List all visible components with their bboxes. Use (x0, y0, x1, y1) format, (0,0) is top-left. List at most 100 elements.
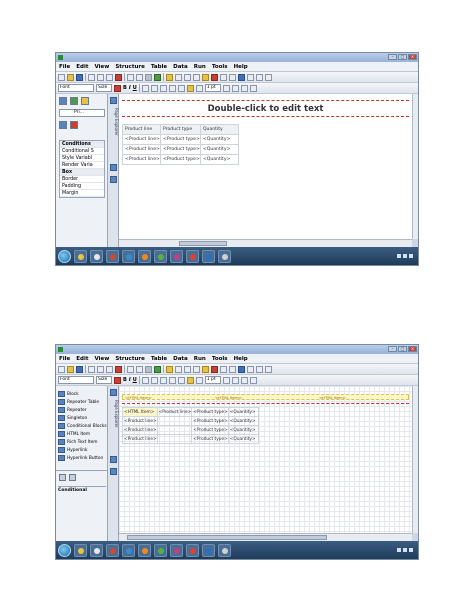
table-cell[interactable]: <Product line> (122, 134, 161, 145)
property-row[interactable]: Conditional S (60, 148, 104, 155)
report-title[interactable]: Double-click to edit text (119, 104, 412, 114)
table-cell[interactable]: <Product type> (191, 407, 229, 417)
taskbar-app-icon[interactable] (122, 249, 135, 263)
justify-icon[interactable] (168, 376, 176, 384)
html-item-marker[interactable]: <HTML Item> (319, 395, 346, 400)
bold-button[interactable]: B (123, 377, 127, 383)
border-width-combo[interactable]: 1 pt (204, 84, 221, 92)
table-cell[interactable]: <Product line> (122, 416, 158, 426)
list-item[interactable]: Block (58, 390, 106, 398)
italic-button[interactable]: I (129, 85, 131, 91)
lock-icon[interactable] (166, 73, 173, 81)
table-cell[interactable]: <Product line> (122, 434, 158, 444)
taskbar-app-icon[interactable] (138, 249, 151, 263)
property-row[interactable]: Style Variabl (60, 155, 104, 162)
border-style-icon[interactable] (195, 84, 203, 92)
filter-icon[interactable] (202, 365, 209, 373)
menu-edit[interactable]: Edit (76, 354, 88, 363)
table-cell[interactable]: <Product type> (160, 144, 201, 155)
crosstab-icon[interactable] (265, 365, 272, 373)
list-item[interactable]: Singleton (58, 414, 106, 422)
minimize-button[interactable]: – (388, 346, 397, 352)
tray-icon[interactable] (403, 548, 407, 552)
save-icon[interactable] (76, 365, 83, 373)
list-item[interactable]: Conditional Blocks (58, 422, 107, 430)
taskbar-app-icon[interactable] (170, 249, 183, 263)
page-explorer-tab[interactable]: Page Explorer (108, 108, 119, 136)
menu-structure[interactable]: Structure (115, 62, 144, 71)
sum-icon[interactable] (220, 365, 227, 373)
align-right-icon[interactable] (159, 376, 167, 384)
redo-icon[interactable] (136, 365, 143, 373)
conditional-group[interactable]: Conditional (58, 486, 106, 493)
vertical-scrollbar[interactable] (412, 94, 418, 239)
table-cell[interactable]: <Quantity> (227, 407, 259, 417)
table-cell[interactable]: <Quantity> (199, 144, 239, 155)
align-right-icon[interactable] (159, 84, 167, 92)
menu-tools[interactable]: Tools (212, 354, 228, 363)
table-cell[interactable]: <Quantity> (199, 134, 239, 145)
taskbar-app-icon[interactable] (90, 543, 103, 557)
table-cell[interactable]: <Product type> (191, 425, 229, 435)
close-button[interactable]: × (408, 346, 417, 352)
run-icon[interactable] (154, 365, 161, 373)
new-icon[interactable] (58, 365, 65, 373)
close-button[interactable]: × (408, 54, 417, 60)
align-center-icon[interactable] (150, 84, 158, 92)
list-item[interactable]: Hyperlink Button (58, 454, 106, 462)
menu-tools[interactable]: Tools (212, 62, 228, 71)
underline-button[interactable]: U (133, 377, 137, 383)
taskbar-app-icon[interactable] (106, 249, 119, 263)
taskbar-app-icon[interactable] (202, 543, 215, 557)
list-item[interactable]: HTML Item (58, 430, 106, 438)
align-left-icon[interactable] (141, 376, 149, 384)
open-icon[interactable] (67, 365, 74, 373)
page-header[interactable]: <HTML Item> <HTML Item> <HTML Item> (122, 394, 409, 400)
menu-table[interactable]: Table (151, 354, 167, 363)
menu-edit[interactable]: Edit (76, 62, 88, 71)
taskbar-app-icon[interactable] (122, 543, 135, 557)
query-explorer-icon[interactable] (110, 164, 117, 171)
taskbar-app-icon[interactable] (170, 543, 183, 557)
font-color-icon[interactable] (114, 84, 121, 92)
tray-icon[interactable] (397, 254, 401, 258)
menu-file[interactable]: File (59, 62, 70, 71)
taskbar-app-icon[interactable] (138, 543, 151, 557)
list-item[interactable]: Repeater (58, 406, 106, 414)
layout-icon[interactable] (145, 365, 152, 373)
condition-explorer-icon[interactable] (110, 468, 117, 475)
run-icon[interactable] (154, 73, 161, 81)
crosstab-icon[interactable] (265, 73, 272, 81)
table-cell[interactable]: <HTML Item> (122, 407, 158, 417)
redo-icon[interactable] (136, 73, 143, 81)
menu-view[interactable]: View (94, 354, 109, 363)
open-icon[interactable] (67, 73, 74, 81)
bold-button[interactable]: B (123, 85, 127, 91)
properties-icon[interactable] (59, 121, 67, 129)
toolbox-icon[interactable] (81, 97, 89, 105)
up-icon[interactable] (193, 365, 200, 373)
border-style-icon[interactable] (195, 376, 203, 384)
taskbar-app-icon[interactable] (74, 543, 87, 557)
tray-icon[interactable] (397, 548, 401, 552)
taskbar-app-icon[interactable] (186, 249, 199, 263)
html-item-marker[interactable]: <HTML Item> (215, 395, 242, 400)
property-row[interactable]: Border (60, 176, 104, 183)
border-icon[interactable] (231, 84, 239, 92)
sum-icon[interactable] (220, 73, 227, 81)
table-cell[interactable]: <Product line> (122, 144, 161, 155)
maximize-button[interactable]: □ (398, 346, 407, 352)
list-table[interactable]: <HTML Item> <Product line> <Product type… (122, 407, 259, 444)
sort-icon[interactable] (211, 365, 218, 373)
sort-properties-icon[interactable] (69, 474, 76, 481)
undo-icon[interactable] (127, 73, 134, 81)
menu-help[interactable]: Help (234, 354, 248, 363)
minimize-button[interactable]: – (388, 54, 397, 60)
filter-icon[interactable] (202, 73, 209, 81)
back-icon[interactable] (175, 365, 182, 373)
new-icon[interactable] (58, 73, 65, 81)
table-cell[interactable]: <Product line> (122, 154, 161, 165)
table-cell[interactable]: <Quantity> (199, 154, 239, 165)
cut-icon[interactable] (88, 73, 95, 81)
delete-icon[interactable] (115, 73, 122, 81)
